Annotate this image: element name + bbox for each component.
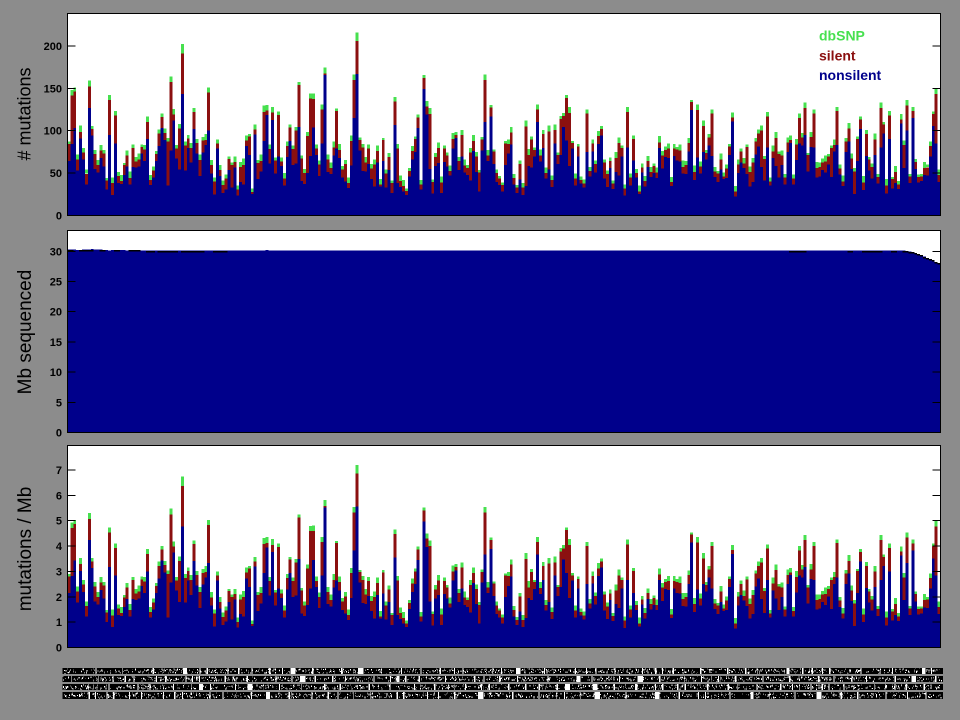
svg-text:0: 0 (56, 211, 62, 223)
svg-text:10: 10 (50, 367, 62, 379)
svg-text:150: 150 (44, 83, 62, 95)
svg-text:1: 1 (56, 617, 62, 629)
svg-text:5: 5 (56, 397, 62, 409)
svg-text:# mutations: # mutations (15, 67, 35, 160)
svg-text:mutations / Mb: mutations / Mb (15, 487, 36, 612)
svg-text:2: 2 (56, 592, 62, 604)
svg-text:5: 5 (56, 516, 62, 528)
svg-text:nonsilent: nonsilent (819, 67, 882, 83)
svg-text:0: 0 (56, 643, 62, 655)
svg-text:3: 3 (56, 566, 62, 578)
svg-text:200: 200 (44, 41, 62, 53)
svg-text:6: 6 (56, 490, 62, 502)
svg-text:50: 50 (50, 168, 62, 180)
svg-text:15: 15 (50, 337, 62, 349)
svg-text:30: 30 (50, 246, 62, 258)
svg-text:25: 25 (50, 277, 62, 289)
svg-text:4: 4 (56, 541, 63, 553)
svg-text:Mb sequenced: Mb sequenced (15, 270, 36, 395)
svg-text:silent: silent (819, 47, 856, 63)
svg-text:0: 0 (56, 428, 62, 440)
svg-text:dbSNP: dbSNP (819, 27, 865, 43)
svg-text:20: 20 (50, 307, 62, 319)
svg-text:100: 100 (44, 126, 62, 138)
svg-text:7: 7 (56, 465, 62, 477)
